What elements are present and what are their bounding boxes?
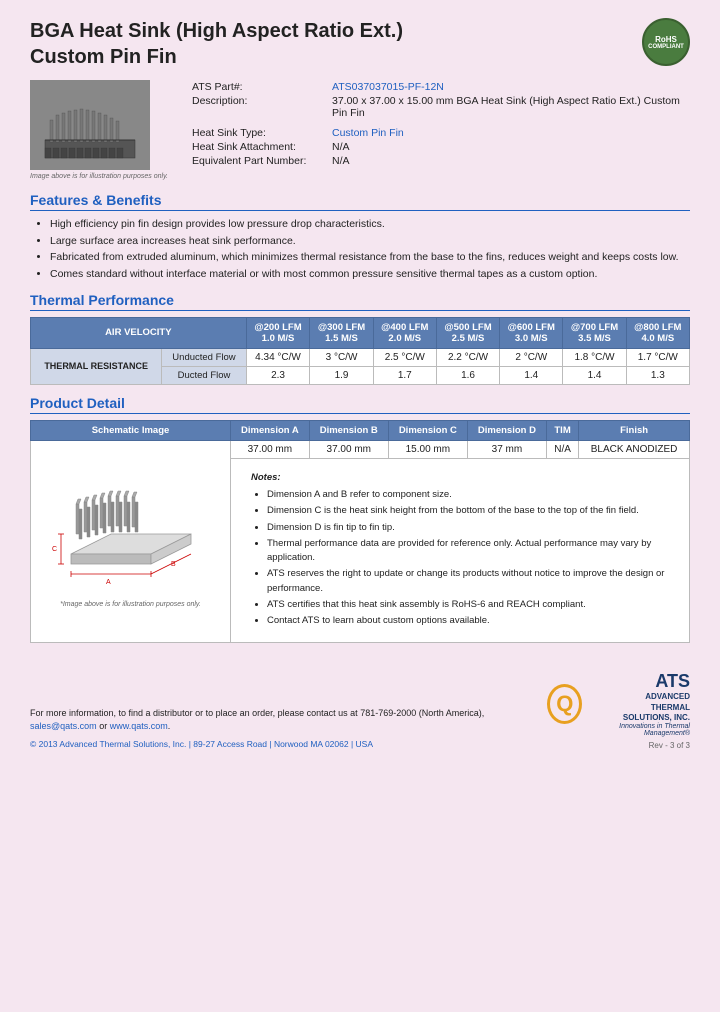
- feature-item: High efficiency pin fin design provides …: [50, 217, 690, 232]
- ats-logo: Q ATS ADVANCED THERMAL SOLUTIONS, INC. I…: [547, 671, 690, 737]
- thermal-row-label: Unducted Flow: [162, 348, 246, 366]
- features-list: High efficiency pin fin design provides …: [30, 217, 690, 282]
- thermal-cell: 2.2 °C/W: [436, 348, 499, 366]
- thermal-cell: 1.3: [626, 366, 689, 384]
- features-title: Features & Benefits: [30, 192, 690, 211]
- heatsink-svg: [35, 85, 145, 165]
- thermal-cell: 1.8 °C/W: [563, 348, 626, 366]
- thermal-cell: 2 °C/W: [500, 348, 563, 366]
- thermal-col-0: @200 LFM1.0 M/S: [246, 317, 310, 348]
- thermal-col-2: @400 LFM2.0 M/S: [373, 317, 436, 348]
- equiv-part-value: N/A: [328, 154, 690, 168]
- heat-sink-type-value: Custom Pin Fin: [328, 126, 690, 140]
- feature-item: Large surface area increases heat sink p…: [50, 234, 690, 249]
- table-row: THERMAL RESISTANCEUnducted Flow4.34 °C/W…: [31, 348, 690, 366]
- product-dim-value: 37 mm: [467, 440, 546, 458]
- note-item: Dimension A and B refer to component siz…: [267, 488, 669, 502]
- product-detail-col: Finish: [579, 420, 690, 440]
- feature-item: Fabricated from extruded aluminum, which…: [50, 250, 690, 265]
- footer-contact-text: For more information, to find a distribu…: [30, 707, 547, 734]
- table-row: C A B *Image above is for illustration p…: [31, 440, 690, 458]
- product-detail-col: Schematic Image: [31, 420, 231, 440]
- product-dim-value: 37.00 mm: [309, 440, 388, 458]
- thermal-cell: 1.7 °C/W: [626, 348, 689, 366]
- thermal-performance-table: AIR VELOCITY@200 LFM1.0 M/S@300 LFM1.5 M…: [30, 317, 690, 385]
- footer-copyright: © 2013 Advanced Thermal Solutions, Inc. …: [30, 738, 547, 751]
- note-item: Thermal performance data are provided fo…: [267, 537, 669, 566]
- product-image-note: Image above is for illustration purposes…: [30, 173, 168, 180]
- note-item: Dimension D is fin tip to fin tip.: [267, 521, 669, 535]
- part-number-label: ATS Part#:: [188, 80, 328, 94]
- thermal-cell: 1.7: [373, 366, 436, 384]
- rohs-badge: RoHS COMPLIANT: [642, 18, 690, 66]
- thermal-cell: 1.6: [436, 366, 499, 384]
- thermal-cell: 1.4: [563, 366, 626, 384]
- notes-cell: Notes: Dimension A and B refer to compone…: [231, 458, 690, 643]
- thermal-cell: 1.9: [310, 366, 373, 384]
- part-info-section: Image above is for illustration purposes…: [30, 80, 690, 180]
- part-details: ATS Part#: ATS037037015-PF-12N Descripti…: [188, 80, 690, 168]
- svg-text:C: C: [52, 546, 57, 553]
- page-title: BGA Heat Sink (High Aspect Ratio Ext.) C…: [30, 18, 403, 70]
- thermal-col-1: @300 LFM1.5 M/S: [310, 317, 373, 348]
- thermal-col-6: @800 LFM4.0 M/S: [626, 317, 689, 348]
- schematic-note: *Image above is for illustration purpose…: [35, 601, 226, 608]
- notes-title: Notes:: [251, 471, 669, 485]
- ats-q-icon: Q: [547, 684, 582, 724]
- part-number-value: ATS037037015-PF-12N: [328, 80, 690, 94]
- product-dim-value: N/A: [546, 440, 578, 458]
- attachment-label: Heat Sink Attachment:: [188, 140, 328, 154]
- product-dim-value: 37.00 mm: [231, 440, 310, 458]
- footer-website-link[interactable]: www.qats.com: [110, 721, 168, 731]
- thermal-cell: 2.3: [246, 366, 310, 384]
- product-image: [30, 80, 150, 170]
- product-dim-value: BLACK ANODIZED: [579, 440, 690, 458]
- product-detail-col: TIM: [546, 420, 578, 440]
- thermal-row-group: THERMAL RESISTANCE: [31, 348, 162, 384]
- product-detail-col: Dimension A: [231, 420, 310, 440]
- feature-item: Comes standard without interface materia…: [50, 267, 690, 282]
- schematic-cell: C A B *Image above is for illustration p…: [31, 440, 231, 643]
- svg-text:B: B: [171, 561, 176, 568]
- thermal-row-label: Ducted Flow: [162, 366, 246, 384]
- thermal-cell: 1.4: [500, 366, 563, 384]
- svg-text:A: A: [106, 579, 111, 586]
- thermal-col-3: @500 LFM2.5 M/S: [436, 317, 499, 348]
- footer: For more information, to find a distribu…: [30, 663, 690, 750]
- schematic-diagram: C A B: [51, 444, 211, 594]
- note-item: Contact ATS to learn about custom option…: [267, 614, 669, 628]
- page-number: Rev - 3 of 3: [547, 741, 690, 750]
- heat-sink-type-label: Heat Sink Type:: [188, 126, 328, 140]
- product-detail-col: Dimension D: [467, 420, 546, 440]
- thermal-cell: 4.34 °C/W: [246, 348, 310, 366]
- thermal-col-5: @700 LFM3.5 M/S: [563, 317, 626, 348]
- equiv-part-label: Equivalent Part Number:: [188, 154, 328, 168]
- product-detail-col: Dimension C: [388, 420, 467, 440]
- note-item: ATS certifies that this heat sink assemb…: [267, 598, 669, 612]
- product-detail-table: Schematic ImageDimension ADimension BDim…: [30, 420, 690, 644]
- description-label: Description:: [188, 94, 328, 120]
- note-item: Dimension C is the heat sink height from…: [267, 504, 669, 518]
- thermal-col-4: @600 LFM3.0 M/S: [500, 317, 563, 348]
- thermal-performance-title: Thermal Performance: [30, 292, 690, 311]
- product-detail-col: Dimension B: [309, 420, 388, 440]
- attachment-value: N/A: [328, 140, 690, 154]
- note-item: ATS reserves the right to update or chan…: [267, 567, 669, 596]
- footer-email-link[interactable]: sales@qats.com: [30, 721, 97, 731]
- product-dim-value: 15.00 mm: [388, 440, 467, 458]
- description-value: 37.00 x 37.00 x 15.00 mm BGA Heat Sink (…: [328, 94, 690, 120]
- thermal-col-header: AIR VELOCITY: [31, 317, 247, 348]
- thermal-cell: 3 °C/W: [310, 348, 373, 366]
- thermal-cell: 2.5 °C/W: [373, 348, 436, 366]
- product-detail-title: Product Detail: [30, 395, 690, 414]
